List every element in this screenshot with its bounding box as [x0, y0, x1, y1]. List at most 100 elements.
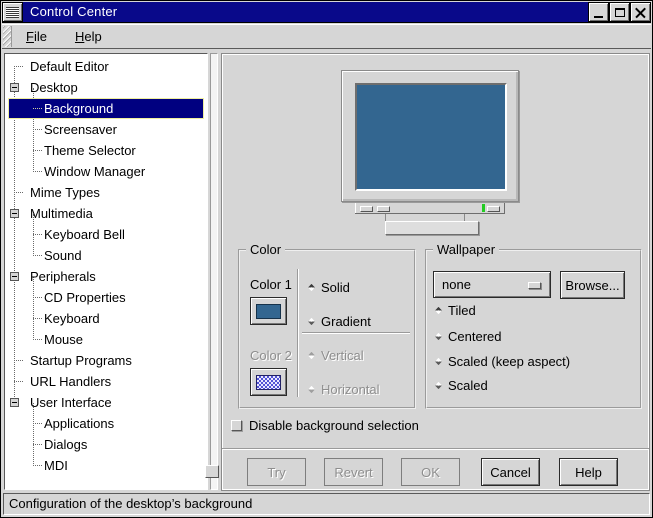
- color1-swatch-button[interactable]: [250, 297, 287, 325]
- collapse-expander-icon[interactable]: [10, 272, 19, 281]
- sidebar-item-theme-selector[interactable]: Theme Selector: [5, 140, 207, 161]
- color2-swatch: [256, 375, 281, 390]
- collapse-expander-icon[interactable]: [10, 398, 19, 407]
- revert-button: Revert: [324, 458, 383, 486]
- menu-file-label: File: [26, 29, 47, 44]
- radio-gradient[interactable]: Gradient: [307, 314, 371, 328]
- browse-button[interactable]: Browse...: [560, 271, 625, 299]
- sidebar-item-cd-properties[interactable]: CD Properties: [5, 287, 207, 308]
- close-icon: [635, 7, 646, 18]
- maximize-icon: [615, 8, 625, 17]
- collapse-expander-icon[interactable]: [10, 209, 19, 218]
- statusbar-text: Configuration of the desktop’s backgroun…: [9, 496, 252, 511]
- sidebar-item-mouse[interactable]: Mouse: [5, 329, 207, 350]
- statusbar: Configuration of the desktop’s backgroun…: [3, 493, 650, 515]
- sidebar-item-startup-programs[interactable]: Startup Programs: [5, 350, 207, 371]
- pane-divider[interactable]: [210, 53, 218, 490]
- tree-item-label: Multimedia: [30, 206, 93, 221]
- window-menu-button[interactable]: [2, 2, 23, 22]
- tree-item-label: Window Manager: [44, 164, 145, 179]
- sidebar-item-screensaver[interactable]: Screensaver: [5, 119, 207, 140]
- tree-connector: [14, 192, 23, 193]
- tree-connector: [33, 255, 42, 256]
- collapse-expander-icon[interactable]: [10, 83, 19, 92]
- radio-scaled[interactable]: Scaled: [434, 378, 488, 392]
- tree-connector: [14, 66, 23, 67]
- menubar-grip-handle[interactable]: [3, 26, 12, 47]
- sidebar-item-background[interactable]: Background: [5, 98, 207, 119]
- tree-item-label: Screensaver: [44, 122, 117, 137]
- sidebar-item-default-editor[interactable]: Default Editor: [5, 56, 207, 77]
- category-tree: Default Editor Desktop Background Screen…: [4, 53, 208, 490]
- sidebar-item-mime-types[interactable]: Mime Types: [5, 182, 207, 203]
- tree-item-label: Theme Selector: [44, 143, 136, 158]
- sidebar-item-dialogs[interactable]: Dialogs: [5, 434, 207, 455]
- cancel-button[interactable]: Cancel: [481, 458, 540, 486]
- tree-item-label: Startup Programs: [30, 353, 132, 368]
- sidebar-item-window-manager[interactable]: Window Manager: [5, 161, 207, 182]
- sidebar-item-keyboard[interactable]: Keyboard: [5, 308, 207, 329]
- tree-connector: [33, 465, 42, 466]
- radio-unselected-icon: [435, 381, 442, 388]
- close-button[interactable]: [630, 2, 651, 22]
- radio-solid[interactable]: Solid: [307, 280, 350, 294]
- tree-item-label: Peripherals: [30, 269, 96, 284]
- monitor-preview: [341, 70, 521, 256]
- vertical-separator: [297, 269, 299, 397]
- tree-item-label: MDI: [44, 458, 68, 473]
- radio-scaled-keep-aspect[interactable]: Scaled (keep aspect): [434, 354, 570, 368]
- tree-connector: [14, 381, 23, 382]
- color1-label: Color 1: [250, 277, 292, 292]
- tree-item-label: Mouse: [44, 332, 83, 347]
- titlebar[interactable]: Control Center: [2, 2, 651, 23]
- sidebar-item-url-handlers[interactable]: URL Handlers: [5, 371, 207, 392]
- pane-resize-handle[interactable]: [205, 465, 219, 478]
- minimize-button[interactable]: [588, 2, 609, 22]
- tree-item-label: Dialogs: [44, 437, 87, 452]
- window-menu-icon: [6, 7, 19, 18]
- help-button[interactable]: Help: [559, 458, 618, 486]
- sidebar-item-multimedia[interactable]: Multimedia: [5, 203, 207, 224]
- disable-background-label: Disable background selection: [249, 418, 419, 433]
- disable-background-checkbox[interactable]: [231, 420, 242, 431]
- control-center-window: Control Center File Help De: [0, 0, 653, 518]
- tree-item-label: Desktop: [30, 80, 78, 95]
- monitor-control-strip: [355, 203, 505, 214]
- tree-connector: [33, 318, 42, 319]
- sidebar-item-peripherals[interactable]: Peripherals: [5, 266, 207, 287]
- monitor-base: [385, 221, 479, 235]
- wallpaper-dropdown[interactable]: none: [433, 271, 551, 298]
- radio-unselected-icon: [435, 357, 442, 364]
- tree-item-label: Applications: [44, 416, 114, 431]
- radio-scaled-keep-aspect-label: Scaled (keep aspect): [448, 354, 570, 369]
- menu-file[interactable]: File: [12, 25, 61, 48]
- wallpaper-section: Wallpaper none Browse... Tiled Centered …: [425, 249, 642, 409]
- sidebar-item-applications[interactable]: Applications: [5, 413, 207, 434]
- tree-connector: [33, 171, 42, 172]
- color2-label: Color 2: [250, 348, 292, 363]
- radio-horizontal: Horizontal: [307, 382, 380, 396]
- menu-help[interactable]: Help: [61, 25, 116, 48]
- tree-item-label: Keyboard: [44, 311, 100, 326]
- sidebar-item-desktop[interactable]: Desktop: [5, 77, 207, 98]
- color-section-title: Color: [246, 242, 285, 257]
- monitor-button-icon: [487, 206, 500, 212]
- radio-scaled-label: Scaled: [448, 378, 488, 393]
- sidebar-item-user-interface[interactable]: User Interface: [5, 392, 207, 413]
- monitor-button-icon: [360, 206, 373, 212]
- sidebar-item-keyboard-bell[interactable]: Keyboard Bell: [5, 224, 207, 245]
- radio-centered[interactable]: Centered: [434, 329, 501, 343]
- monitor-case: [341, 70, 519, 202]
- radio-tiled-label: Tiled: [448, 303, 476, 318]
- sidebar-item-sound[interactable]: Sound: [5, 245, 207, 266]
- radio-selected-icon: [308, 351, 315, 358]
- radio-unselected-icon: [308, 385, 315, 392]
- radio-tiled[interactable]: Tiled: [434, 303, 476, 317]
- sidebar-item-mdi[interactable]: MDI: [5, 455, 207, 476]
- maximize-button[interactable]: [609, 2, 630, 22]
- radio-vertical: Vertical: [307, 348, 364, 362]
- try-button-label: Try: [267, 465, 285, 480]
- try-button: Try: [247, 458, 306, 486]
- power-led-icon: [482, 204, 485, 212]
- radio-centered-label: Centered: [448, 329, 501, 344]
